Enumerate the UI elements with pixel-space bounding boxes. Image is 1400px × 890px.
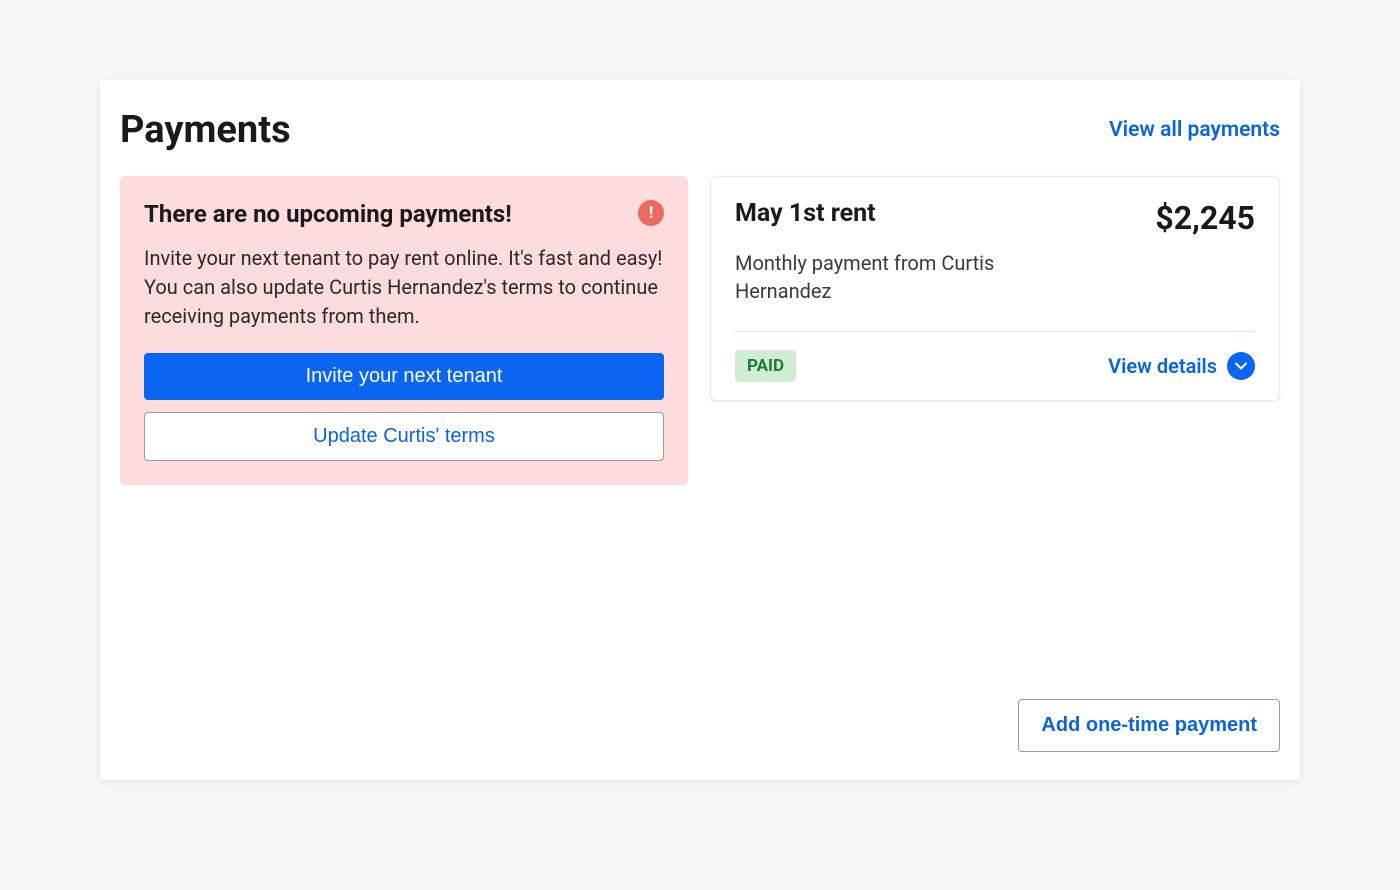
status-badge: PAID xyxy=(735,350,796,382)
payment-title: May 1st rent xyxy=(735,199,876,228)
no-upcoming-payments-alert: There are no upcoming payments! ! Invite… xyxy=(120,176,688,485)
alert-title: There are no upcoming payments! xyxy=(144,200,512,228)
payment-amount: $2,245 xyxy=(1155,199,1255,237)
page-title: Payments xyxy=(120,108,291,152)
add-one-time-payment-button[interactable]: Add one-time payment xyxy=(1018,699,1280,752)
update-terms-button[interactable]: Update Curtis' terms xyxy=(144,412,664,461)
payments-card: Payments View all payments There are no … xyxy=(100,80,1300,780)
chevron-down-icon xyxy=(1227,352,1255,380)
alert-body-text: Invite your next tenant to pay rent onli… xyxy=(144,244,664,331)
view-details-button[interactable]: View details xyxy=(1108,352,1255,380)
content-row: There are no upcoming payments! ! Invite… xyxy=(120,176,1280,485)
payment-description: Monthly payment from Curtis Hernandez xyxy=(735,249,995,305)
alert-header: There are no upcoming payments! ! xyxy=(144,200,664,228)
header-row: Payments View all payments xyxy=(120,108,1280,152)
payment-item-card: May 1st rent $2,245 Monthly payment from… xyxy=(710,176,1280,401)
view-details-label: View details xyxy=(1108,354,1217,378)
view-all-payments-link[interactable]: View all payments xyxy=(1109,118,1280,142)
invite-next-tenant-button[interactable]: Invite your next tenant xyxy=(144,353,664,400)
footer-button-wrap: Add one-time payment xyxy=(1018,699,1280,752)
payment-divider xyxy=(735,331,1255,332)
payment-top-row: May 1st rent $2,245 xyxy=(735,199,1255,237)
alert-exclamation-icon: ! xyxy=(638,200,664,226)
payment-bottom-row: PAID View details xyxy=(735,350,1255,382)
